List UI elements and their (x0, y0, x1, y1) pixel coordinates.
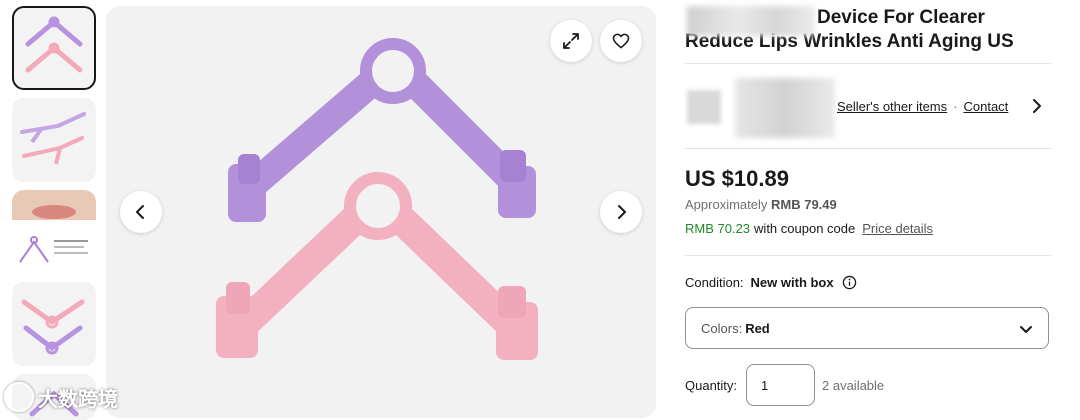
expand-button[interactable] (550, 20, 592, 62)
expand-icon (563, 33, 579, 49)
link-separator: · (953, 99, 958, 114)
condition-value: New with box (750, 275, 834, 290)
colors-select-value: Red (745, 320, 770, 336)
quantity-label: Quantity: (685, 378, 738, 393)
coupon-row: RMB 70.23 with coupon code Price details (685, 221, 933, 236)
approx-value: RMB 79.49 (771, 197, 837, 212)
thumb-3-image (12, 190, 96, 274)
thumb-1-pink-purple-clips[interactable] (12, 6, 96, 90)
chevron-right-icon (618, 205, 626, 219)
watermark-logo-icon (4, 382, 34, 412)
thumb-2-angled-clips[interactable] (12, 98, 96, 182)
price-details-link[interactable]: Price details (862, 221, 933, 236)
item-price: US $10.89 (685, 166, 789, 191)
seller-links: Seller's other items · Contact (837, 99, 1008, 114)
seller-name-redaction (735, 78, 835, 138)
previous-image-button[interactable] (120, 191, 162, 233)
product-photo (216, 38, 538, 360)
chevron-down-icon (1020, 326, 1032, 333)
purple-lip-clip (228, 38, 536, 222)
contact-seller-link[interactable]: Contact (963, 99, 1008, 114)
quantity-available: 2 available (822, 378, 885, 393)
seller-chevron-right-icon[interactable] (1029, 96, 1045, 116)
favorite-button[interactable] (600, 20, 642, 62)
thumb-4-image (21, 299, 85, 355)
seller-other-items-link[interactable]: Seller's other items (837, 99, 947, 114)
quantity-input[interactable] (746, 364, 815, 406)
thumbnail-strip (12, 6, 100, 420)
seller-avatar-redaction (687, 90, 721, 124)
thumb-3-lips-diagram[interactable] (12, 190, 96, 274)
heart-icon (612, 33, 630, 49)
divider (685, 63, 1051, 64)
next-image-button[interactable] (600, 191, 642, 233)
divider (685, 255, 1051, 256)
coupon-price: RMB 70.23 (685, 221, 751, 236)
approx-label: Approximately (685, 197, 768, 212)
thumb-1-image (25, 16, 83, 73)
title-redaction (687, 6, 815, 36)
listing-title: Device For Clearer Reduce Lips Wrinkles … (685, 6, 1051, 54)
coupon-text: with coupon code (754, 221, 856, 236)
chevron-left-icon (136, 205, 144, 219)
thumb-4-stacked-clips[interactable] (12, 282, 96, 366)
condition-row: Condition: New with box (685, 275, 857, 290)
colors-select-label: Colors: (701, 320, 743, 336)
watermark-text: 大数跨境 (38, 388, 118, 411)
thumb-2-image (20, 112, 86, 165)
info-icon[interactable] (842, 275, 857, 290)
divider (685, 148, 1051, 149)
approx-price: Approximately RMB 79.49 (685, 197, 837, 212)
condition-label: Condition: (685, 275, 744, 290)
main-product-image[interactable] (106, 6, 656, 418)
colors-select[interactable]: Colors: Red (685, 307, 1049, 349)
watermark: 大数跨境 (4, 382, 118, 412)
